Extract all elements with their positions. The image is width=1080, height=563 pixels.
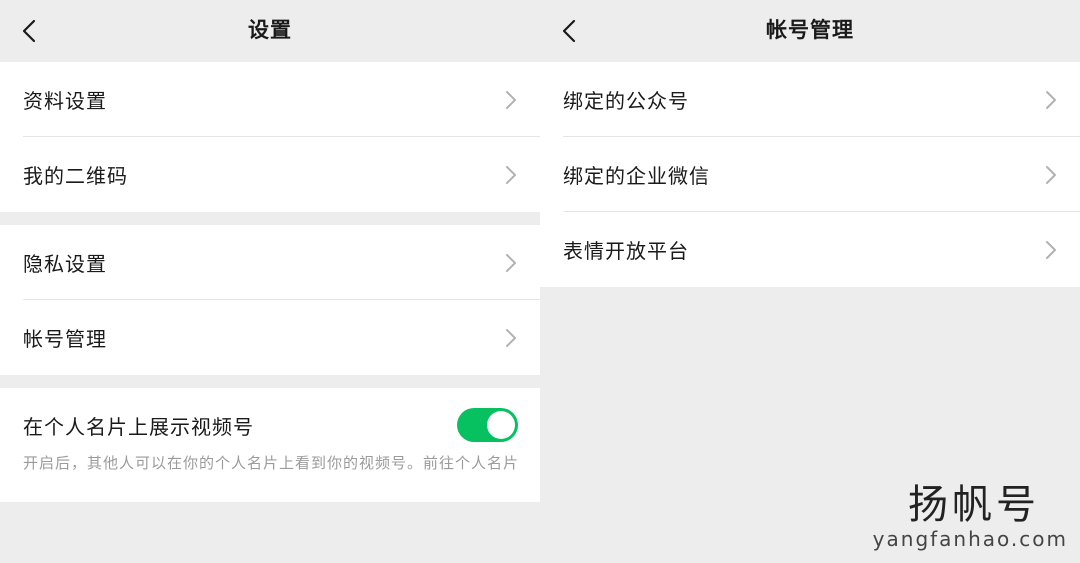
toggle-row: 在个人名片上展示视频号 bbox=[23, 406, 518, 444]
nav-bar: 设置 bbox=[0, 0, 540, 62]
menu-item-profile-settings[interactable]: 资料设置 bbox=[0, 62, 540, 137]
settings-screen: 设置 资料设置 我的二维码 隐私设置 帐号管理 在个人名片上展示视频号 开启后，… bbox=[0, 0, 540, 563]
menu-item-my-qr-code[interactable]: 我的二维码 bbox=[0, 137, 540, 212]
account-group: 绑定的公众号 绑定的企业微信 表情开放平台 bbox=[540, 62, 1080, 287]
watermark: 扬帆号 yangfanhao.com bbox=[873, 483, 1068, 551]
menu-item-account-management[interactable]: 帐号管理 bbox=[0, 300, 540, 375]
chevron-right-icon bbox=[1046, 240, 1056, 259]
menu-item-linked-wecom[interactable]: 绑定的企业微信 bbox=[540, 137, 1080, 212]
group-separator bbox=[0, 375, 540, 388]
chevron-right-icon bbox=[506, 253, 516, 272]
chevron-right-icon bbox=[506, 328, 516, 347]
watermark-url: yangfanhao.com bbox=[872, 527, 1068, 551]
chevron-right-icon bbox=[506, 165, 516, 184]
settings-group-1: 资料设置 我的二维码 bbox=[0, 62, 540, 212]
switch-knob bbox=[487, 411, 515, 439]
menu-item-label: 表情开放平台 bbox=[563, 239, 689, 263]
show-channels-toggle[interactable] bbox=[457, 408, 518, 442]
menu-item-label: 帐号管理 bbox=[23, 327, 107, 351]
watermark-title: 扬帆号 bbox=[908, 482, 1040, 528]
menu-item-label: 隐私设置 bbox=[23, 252, 107, 276]
group-separator bbox=[0, 212, 540, 225]
settings-group-2: 隐私设置 帐号管理 bbox=[0, 225, 540, 375]
menu-item-privacy-settings[interactable]: 隐私设置 bbox=[0, 225, 540, 300]
account-management-screen: 帐号管理 绑定的公众号 绑定的企业微信 表情开放平台 bbox=[540, 0, 1080, 563]
chevron-right-icon bbox=[1046, 165, 1056, 184]
page-title: 帐号管理 bbox=[766, 18, 854, 42]
menu-item-label: 我的二维码 bbox=[23, 164, 128, 188]
toggle-description: 开启后，其他人可以在你的个人名片上看到你的视频号。前往个人名片 bbox=[23, 454, 520, 472]
menu-item-sticker-platform[interactable]: 表情开放平台 bbox=[540, 212, 1080, 287]
page-title: 设置 bbox=[248, 18, 292, 42]
toggle-label: 在个人名片上展示视频号 bbox=[23, 414, 254, 439]
chevron-right-icon bbox=[506, 90, 516, 109]
nav-bar: 帐号管理 bbox=[540, 0, 1080, 62]
chevron-right-icon bbox=[1046, 90, 1056, 109]
show-channels-setting: 在个人名片上展示视频号 开启后，其他人可以在你的个人名片上看到你的视频号。前往个… bbox=[0, 388, 540, 502]
menu-item-label: 绑定的企业微信 bbox=[563, 164, 710, 188]
menu-item-label: 资料设置 bbox=[23, 89, 107, 113]
menu-item-label: 绑定的公众号 bbox=[563, 89, 689, 113]
menu-item-linked-official-accounts[interactable]: 绑定的公众号 bbox=[540, 62, 1080, 137]
